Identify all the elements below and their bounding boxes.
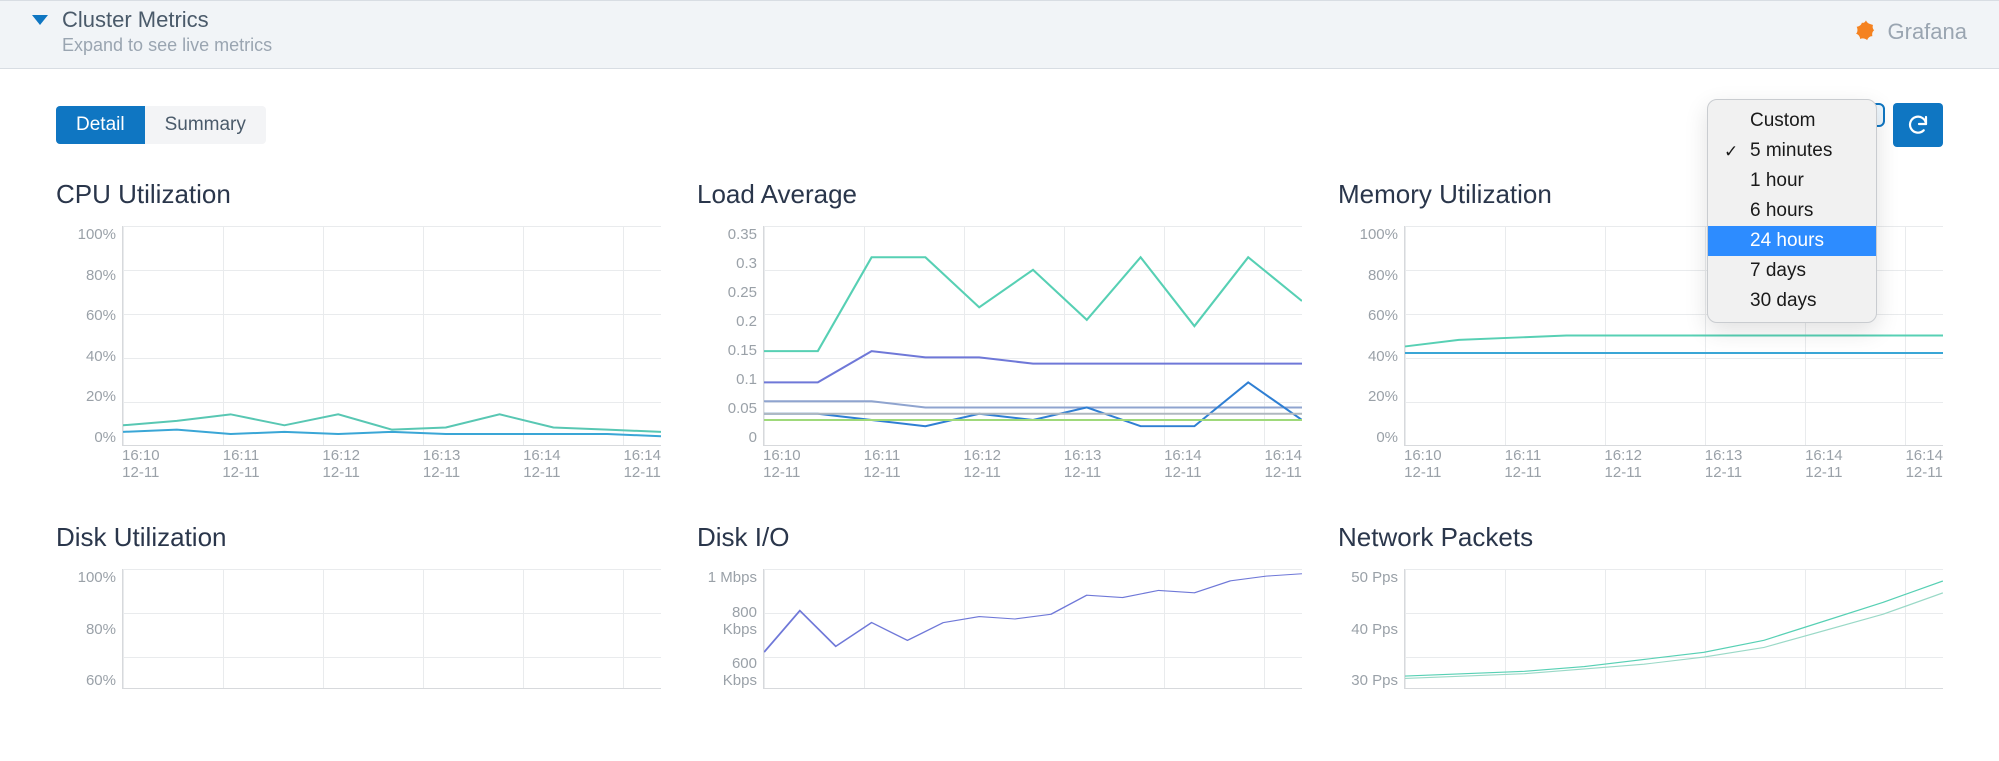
refresh-button[interactable] bbox=[1893, 103, 1943, 147]
chart-title: Network Packets bbox=[1338, 522, 1943, 553]
y-axis: 0.350.30.250.20.150.10.050 bbox=[697, 226, 763, 446]
y-axis: 100%80%60%40%20%0% bbox=[56, 226, 122, 446]
time-option[interactable]: 7 days bbox=[1708, 256, 1876, 286]
chart-canvas[interactable] bbox=[763, 569, 1302, 689]
chart-cpu: CPU Utilization 100%80%60%40%20%0%16:1012… bbox=[56, 179, 661, 486]
chart-canvas[interactable] bbox=[763, 226, 1302, 446]
chart-io: Disk I/O 1 Mbps800 Kbps600 Kbps bbox=[697, 522, 1302, 689]
refresh-icon bbox=[1906, 113, 1930, 137]
cluster-metrics-header: Cluster Metrics Expand to see live metri… bbox=[0, 0, 1999, 69]
chart-net: Network Packets 50 Pps40 Pps30 Pps bbox=[1338, 522, 1943, 689]
chart-title: Load Average bbox=[697, 179, 1302, 210]
chart-canvas[interactable] bbox=[122, 226, 661, 446]
chart-disk: Disk Utilization 100%80%60% bbox=[56, 522, 661, 689]
time-option[interactable]: 30 days bbox=[1708, 286, 1876, 316]
time-option[interactable]: 1 hour bbox=[1708, 166, 1876, 196]
chart-title: Disk I/O bbox=[697, 522, 1302, 553]
time-option[interactable]: 6 hours bbox=[1708, 196, 1876, 226]
x-axis: 16:1012-1116:1112-1116:1212-1116:1312-11… bbox=[763, 448, 1302, 486]
time-option[interactable]: ✓5 minutes bbox=[1708, 136, 1876, 166]
chart-canvas[interactable] bbox=[1404, 569, 1943, 689]
view-tabs: Detail Summary bbox=[56, 106, 266, 144]
time-range-dropdown[interactable]: Custom✓5 minutes1 hour6 hours24 hours7 d… bbox=[1707, 99, 1877, 323]
grafana-label: Grafana bbox=[1888, 19, 1968, 45]
time-option[interactable]: 24 hours bbox=[1708, 226, 1876, 256]
y-axis: 1 Mbps800 Kbps600 Kbps bbox=[697, 569, 763, 689]
header-subtitle: Expand to see live metrics bbox=[62, 35, 272, 56]
x-axis: 16:1012-1116:1112-1116:1212-1116:1312-11… bbox=[1404, 448, 1943, 486]
chart-title: CPU Utilization bbox=[56, 179, 661, 210]
y-axis: 50 Pps40 Pps30 Pps bbox=[1338, 569, 1404, 689]
tab-summary[interactable]: Summary bbox=[145, 106, 266, 144]
chart-load: Load Average 0.350.30.250.20.150.10.05016… bbox=[697, 179, 1302, 486]
chart-canvas[interactable] bbox=[122, 569, 661, 689]
chart-title: Disk Utilization bbox=[56, 522, 661, 553]
x-axis: 16:1012-1116:1112-1116:1212-1116:1312-11… bbox=[122, 448, 661, 486]
y-axis: 100%80%60%40%20%0% bbox=[1338, 226, 1404, 446]
grafana-link[interactable]: Grafana bbox=[1852, 18, 1968, 46]
expand-toggle-icon[interactable] bbox=[32, 15, 48, 25]
header-title: Cluster Metrics bbox=[62, 7, 272, 33]
tab-detail[interactable]: Detail bbox=[56, 106, 145, 144]
y-axis: 100%80%60% bbox=[56, 569, 122, 689]
grafana-icon bbox=[1852, 18, 1880, 46]
time-option[interactable]: Custom bbox=[1708, 106, 1876, 136]
